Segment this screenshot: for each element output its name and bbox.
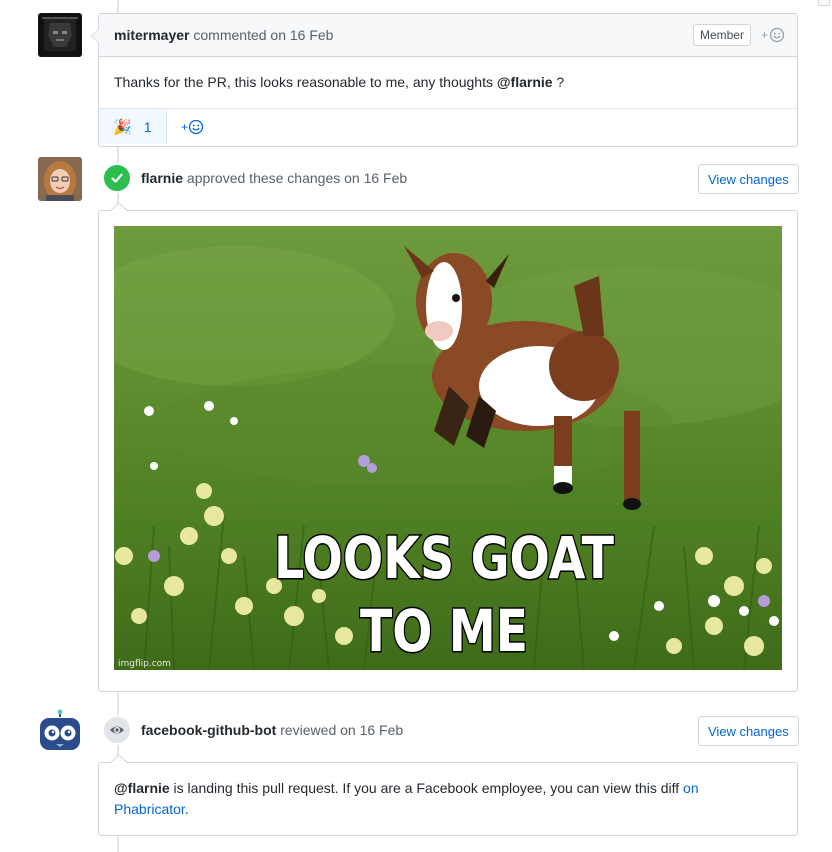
review-event-text: facebook-github-bot reviewed on 16 Feb	[141, 722, 403, 738]
tada-icon: 🎉	[113, 118, 132, 136]
review-action: reviewed on 16 Feb	[276, 722, 404, 738]
meme-caption-line1: LOOKS GOAT	[274, 524, 614, 592]
view-changes-button[interactable]: View changes	[698, 716, 799, 746]
review-box-notch	[110, 202, 128, 212]
smiley-icon	[188, 119, 204, 134]
review-text: is landing this pull request. If you are…	[169, 780, 684, 796]
approved-badge	[102, 163, 132, 193]
goat-meme-image[interactable]: LOOKS GOAT TO ME imgflip.com	[114, 226, 782, 670]
eye-icon	[110, 726, 124, 734]
phabricator-link[interactable]: Phabricator	[114, 801, 185, 817]
avatar-flarnie[interactable]	[38, 157, 82, 201]
comment-action: commented on 16 Feb	[189, 27, 334, 43]
review-event-bot: facebook-github-bot reviewed on 16 Feb	[102, 715, 403, 745]
phabricator-link-part1[interactable]: on	[683, 780, 699, 796]
author-name[interactable]: facebook-github-bot	[141, 722, 276, 738]
corner-checkbox[interactable]	[818, 0, 830, 6]
review-text-end: .	[184, 801, 189, 817]
reaction-hooray-button[interactable]: 🎉 1	[99, 109, 167, 144]
meme-caption-line2: TO ME	[360, 597, 528, 665]
mention-flarnie[interactable]: @flarnie	[114, 780, 170, 796]
review-body: @flarnie is landing this pull request. I…	[99, 763, 797, 835]
comment-body: Thanks for the PR, this looks reasonable…	[99, 57, 797, 108]
comment-header-text: mitermayer commented on 16 Feb	[114, 27, 693, 43]
review-action: approved these changes on 16 Feb	[183, 170, 408, 186]
review-box-notch	[110, 754, 128, 764]
review-box-bot: @flarnie is landing this pull request. I…	[98, 762, 798, 836]
reactions-bar: 🎉 1 +	[99, 108, 797, 144]
avatar-facebook-github-bot[interactable]	[38, 709, 82, 753]
comment-header: mitermayer commented on 16 Feb Member +	[91, 14, 797, 57]
comment-box-mitermayer: mitermayer commented on 16 Feb Member + …	[91, 13, 798, 147]
comment-text: Thanks for the PR, this looks reasonable…	[114, 74, 497, 90]
author-name[interactable]: mitermayer	[114, 27, 190, 43]
reviewed-badge	[102, 715, 132, 745]
add-reaction-button[interactable]: +	[761, 27, 785, 43]
comment-text-end: ?	[552, 74, 565, 90]
check-icon	[111, 173, 123, 183]
view-changes-button[interactable]: View changes	[698, 164, 799, 194]
author-name[interactable]: flarnie	[141, 170, 183, 186]
avatar-mitermayer[interactable]	[38, 13, 82, 57]
mention-flarnie[interactable]: @flarnie	[497, 74, 553, 90]
plus-label: +	[181, 119, 189, 134]
reaction-count: 1	[143, 118, 152, 135]
review-event-text: flarnie approved these changes on 16 Feb	[141, 170, 407, 186]
smiley-icon	[769, 27, 785, 43]
member-badge: Member	[692, 24, 751, 46]
plus-label: +	[760, 28, 768, 42]
image-watermark: imgflip.com	[118, 659, 171, 669]
review-event-flarnie: flarnie approved these changes on 16 Feb	[102, 163, 407, 193]
add-reaction-bottom-button[interactable]: +	[167, 109, 204, 144]
